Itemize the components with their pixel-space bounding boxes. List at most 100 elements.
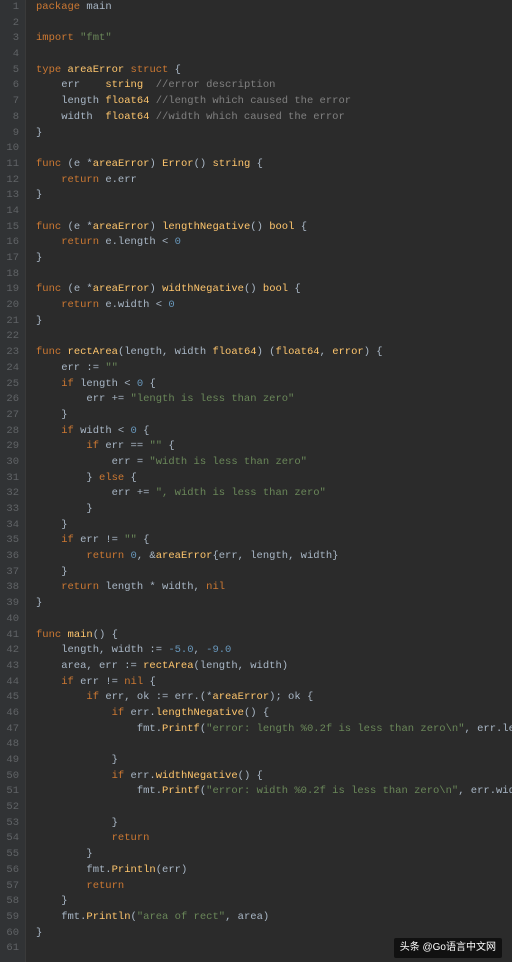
line-number: 51: [0, 784, 19, 800]
line-number: 31: [0, 471, 19, 487]
code-line: err string //error description: [36, 78, 512, 94]
token-kw: if: [36, 770, 124, 782]
token-ty: bool: [269, 221, 294, 233]
code-line: package main: [36, 0, 512, 16]
line-number: 24: [0, 361, 19, 377]
token-com: //length which caused the error: [149, 95, 351, 107]
token-ty: areaError: [93, 283, 150, 295]
line-number: 25: [0, 377, 19, 393]
token-op: {: [168, 64, 181, 76]
token-id: err =: [36, 456, 149, 468]
token-id: , area): [225, 911, 269, 923]
token-id: length * width,: [99, 581, 206, 593]
token-id: e.width <: [99, 299, 168, 311]
line-number: 9: [0, 126, 19, 142]
token-op: (length, width): [194, 660, 289, 672]
token-ty: error: [332, 346, 364, 358]
token-id: err :=: [36, 362, 105, 374]
code-line: func (e *areaError) lengthNegative() boo…: [36, 220, 512, 236]
code-line: func rectArea(length, width float64) (fl…: [36, 345, 512, 361]
code-line: }: [36, 565, 512, 581]
code-line: }: [36, 847, 512, 863]
token-id: length <: [74, 378, 137, 390]
token-id: length, width :=: [36, 644, 168, 656]
token-op: {: [294, 221, 307, 233]
line-number: 16: [0, 235, 19, 251]
line-number: 41: [0, 628, 19, 644]
code-line: }: [36, 502, 512, 518]
line-number: 20: [0, 298, 19, 314]
token-fn: lengthNegative: [162, 221, 250, 233]
code-line: area, err := rectArea(length, width): [36, 659, 512, 675]
code-line: func (e *areaError) widthNegative() bool…: [36, 282, 512, 298]
line-number: 47: [0, 722, 19, 738]
token-id: ,: [194, 644, 207, 656]
token-kw: func: [36, 346, 61, 358]
line-number: 61: [0, 941, 19, 957]
token-fn: main: [61, 629, 93, 641]
token-op: (): [244, 283, 263, 295]
token-ty: areaError: [61, 64, 124, 76]
token-op: (e *: [61, 158, 93, 170]
code-line: if err != nil {: [36, 675, 512, 691]
token-num: 0: [175, 236, 181, 248]
line-number: 40: [0, 612, 19, 628]
token-ty: string: [212, 158, 250, 170]
token-ty: float64: [105, 111, 149, 123]
code-line: if err.widthNegative() {: [36, 769, 512, 785]
token-id: width: [36, 111, 105, 123]
line-number: 33: [0, 502, 19, 518]
line-number: 4: [0, 47, 19, 63]
line-number: 50: [0, 769, 19, 785]
token-kw: struct: [124, 64, 168, 76]
code-line: if width < 0 {: [36, 424, 512, 440]
code-content[interactable]: package mainimport "fmt"type areaError s…: [26, 0, 512, 962]
token-id: err +=: [36, 487, 156, 499]
line-number: 53: [0, 816, 19, 832]
token-op: {: [250, 158, 263, 170]
token-id: fmt.: [36, 723, 162, 735]
code-line: err = "width is less than zero": [36, 455, 512, 471]
token-fn: rectArea: [61, 346, 118, 358]
token-kw: package: [36, 1, 80, 13]
token-ty: areaError: [93, 158, 150, 170]
token-id: fmt.: [36, 785, 162, 797]
token-op: {: [124, 472, 137, 484]
token-id: , err.width): [458, 785, 512, 797]
code-line: }: [36, 314, 512, 330]
code-line: err += "length is less than zero": [36, 392, 512, 408]
watermark-badge: 头条 @Go语言中文网: [394, 938, 502, 958]
token-kw: if: [36, 691, 99, 703]
token-kw: func: [36, 221, 61, 233]
line-number: 27: [0, 408, 19, 424]
token-ty: bool: [263, 283, 288, 295]
token-fn: widthNegative: [162, 283, 244, 295]
code-line: if err == "" {: [36, 439, 512, 455]
code-line: [36, 204, 512, 220]
token-kw: func: [36, 283, 61, 295]
code-line: fmt.Println("area of rect", area): [36, 910, 512, 926]
code-line: if err.lengthNegative() {: [36, 706, 512, 722]
code-line: return: [36, 831, 512, 847]
line-number: 10: [0, 141, 19, 157]
code-line: import "fmt": [36, 31, 512, 47]
line-number: 26: [0, 392, 19, 408]
token-id: area, err :=: [36, 660, 143, 672]
code-line: return e.length < 0: [36, 235, 512, 251]
line-number: 38: [0, 580, 19, 596]
line-number: 35: [0, 533, 19, 549]
token-op: {err, length, width}: [212, 550, 338, 562]
line-number: 6: [0, 78, 19, 94]
token-fn: Println: [86, 911, 130, 923]
code-line: }: [36, 518, 512, 534]
line-number: 28: [0, 424, 19, 440]
code-line: }: [36, 408, 512, 424]
token-id: err, ok := err.(*: [99, 691, 212, 703]
line-number: 2: [0, 16, 19, 32]
token-op: }: [36, 597, 42, 609]
token-num: 0: [124, 550, 137, 562]
token-op: }: [36, 927, 42, 939]
line-number: 17: [0, 251, 19, 267]
token-op: ): [149, 283, 162, 295]
token-op: }: [36, 472, 99, 484]
